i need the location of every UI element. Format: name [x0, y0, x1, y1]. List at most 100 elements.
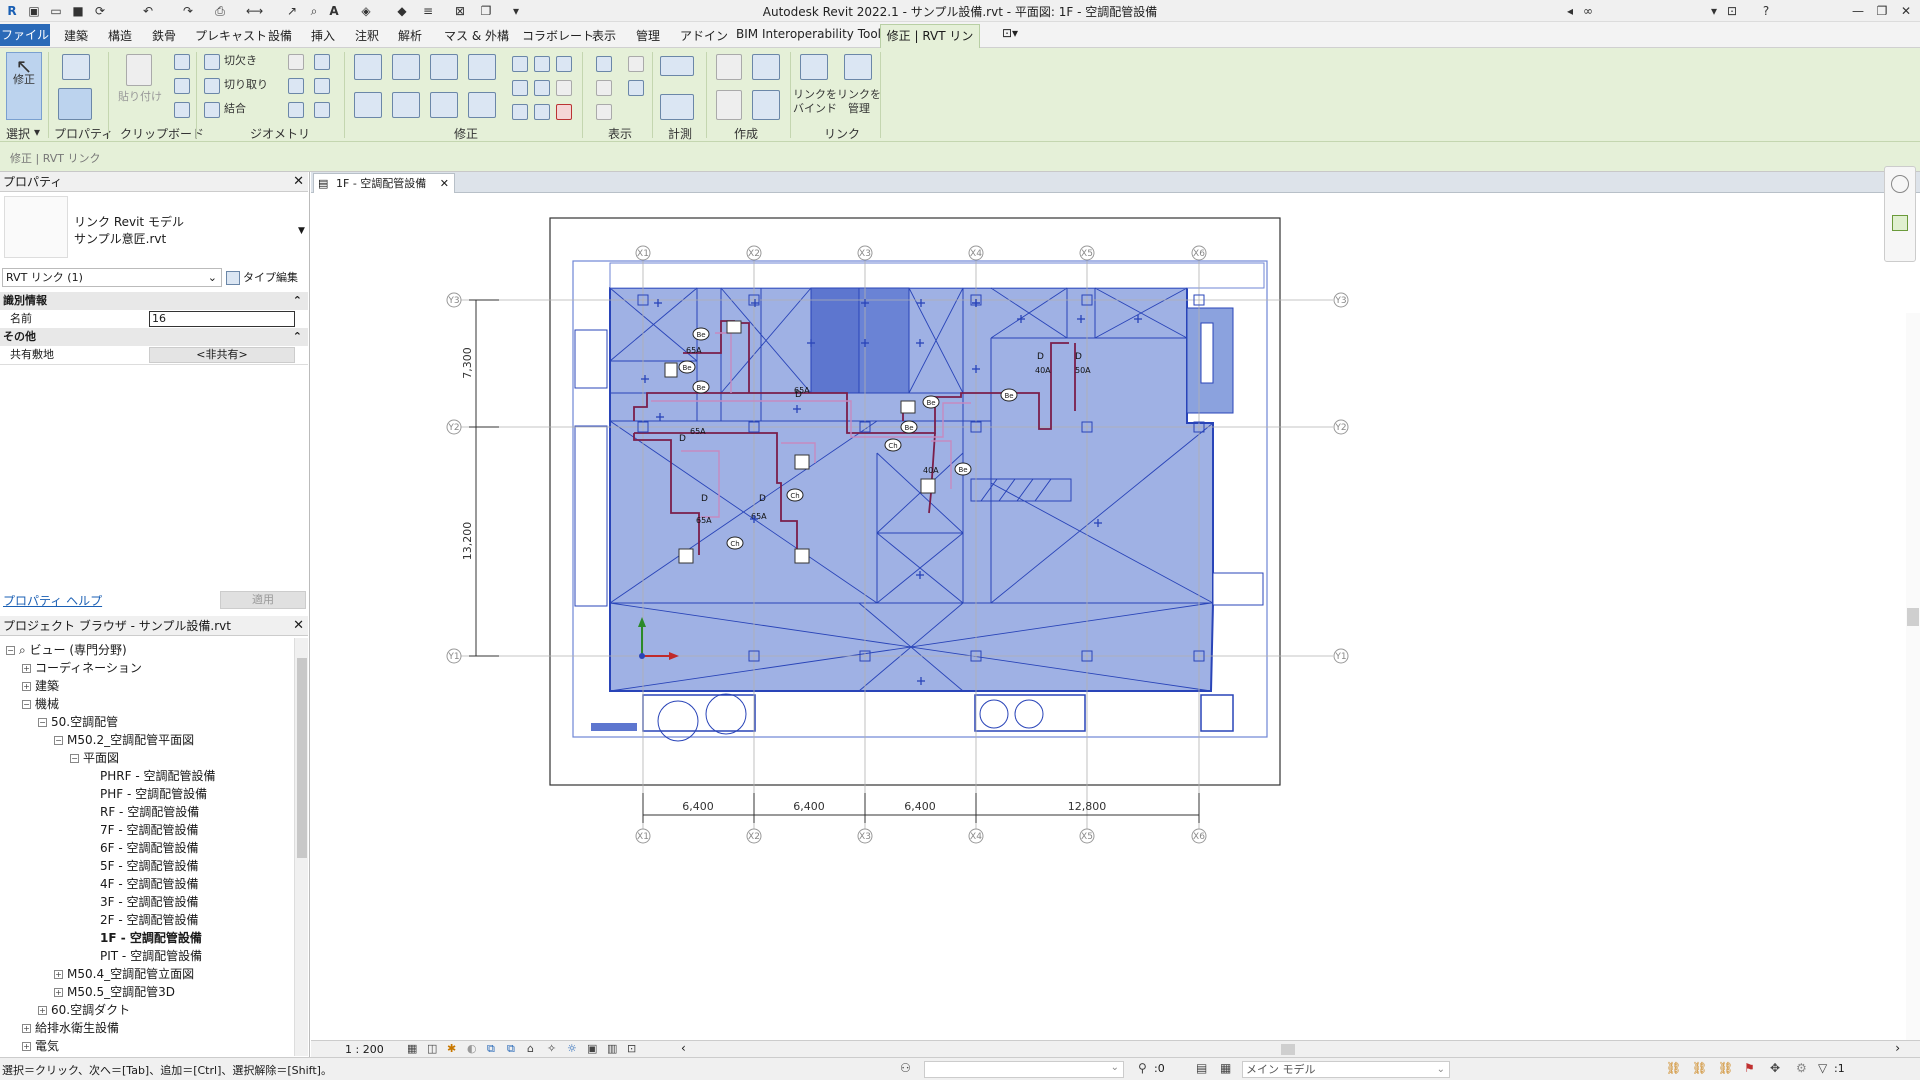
split-icon[interactable]	[204, 78, 220, 94]
browser-item[interactable]: + コーディネーション	[22, 659, 142, 677]
panel-select[interactable]: 選択	[6, 125, 30, 142]
constraints-icon[interactable]: ⊡	[627, 1042, 636, 1055]
properties-help-link[interactable]: プロパティ ヘルプ	[3, 592, 102, 609]
split-gap-icon[interactable]	[534, 56, 550, 72]
binoculars-icon[interactable]: ∞	[1580, 3, 1596, 19]
editable-only-icon[interactable]: ⚲	[1138, 1061, 1147, 1075]
select-underlay-icon[interactable]: ⛓	[1692, 1061, 1707, 1075]
reveal-hidden-icon[interactable]: ☼	[567, 1042, 577, 1055]
select-by-face-icon[interactable]: ⚑	[1744, 1061, 1755, 1075]
tab-architecture[interactable]: 建築	[64, 27, 88, 44]
split-element-icon[interactable]	[512, 56, 528, 72]
pin-icon[interactable]	[556, 80, 572, 96]
offset-icon[interactable]	[392, 54, 420, 80]
browser-item[interactable]: +60.空調ダクト	[38, 1001, 130, 1019]
create-parts-icon[interactable]	[752, 54, 780, 80]
browser-item[interactable]: −50.空調配管	[38, 713, 118, 731]
browser-item[interactable]: − ⌕ ビュー (専門分野)	[6, 641, 127, 659]
cart-icon[interactable]: ⊡	[1724, 3, 1740, 19]
sun-path-icon[interactable]: ✱	[447, 1042, 456, 1055]
tab-analyze[interactable]: 解析	[398, 27, 422, 44]
paste-icon[interactable]	[126, 54, 152, 86]
tab-bim-interop[interactable]: BIM Interoperability Tools	[736, 27, 887, 41]
stair-core[interactable]	[810, 287, 860, 394]
tab-massing[interactable]: マス & 外構	[444, 27, 509, 44]
browser-item[interactable]: PIT - 空調配管設備	[86, 947, 202, 965]
steering-wheel-icon[interactable]	[1891, 175, 1909, 193]
bind-link-icon[interactable]	[800, 54, 828, 80]
show-crop-icon[interactable]: ⧉	[507, 1042, 515, 1056]
paste-label[interactable]: 貼り付け	[116, 90, 164, 104]
browser-item[interactable]: − 機械	[22, 695, 59, 713]
properties-icon[interactable]	[58, 88, 92, 120]
wall-joins-icon[interactable]	[288, 54, 304, 70]
browser-item[interactable]: 6F - 空調配管設備	[86, 839, 199, 857]
close-icon[interactable]: ✕	[1898, 3, 1914, 19]
manage-links-button[interactable]: リンクを 管理	[836, 88, 882, 116]
close-browser-icon[interactable]: ✕	[293, 616, 304, 636]
browser-item[interactable]: 1F - 空調配管設備	[86, 929, 202, 947]
demolish-icon[interactable]	[314, 54, 330, 70]
expand-icon[interactable]: +	[38, 1006, 47, 1015]
mirror-draw-icon[interactable]	[468, 54, 496, 80]
tab-insert[interactable]: 挿入	[311, 27, 335, 44]
restore-icon[interactable]: ❐	[1874, 3, 1890, 19]
browser-item[interactable]: + 給排水衛生設備	[22, 1019, 119, 1037]
background-process-icon[interactable]: ⚙	[1796, 1061, 1807, 1075]
linework-view-icon[interactable]	[596, 80, 612, 96]
analytical-icon[interactable]: ▥	[607, 1042, 617, 1055]
close-properties-icon[interactable]: ✕	[293, 172, 304, 192]
hide-in-view-icon[interactable]	[596, 56, 612, 72]
browser-item[interactable]: RF - 空調配管設備	[86, 803, 199, 821]
expand-icon[interactable]: +	[22, 682, 31, 691]
browser-item[interactable]: 2F - 空調配管設備	[86, 911, 199, 929]
paint-icon[interactable]	[288, 78, 304, 94]
linework-icon[interactable]	[288, 102, 304, 118]
type-dropdown-icon[interactable]: ▼	[298, 226, 305, 236]
paint-view-icon[interactable]	[596, 104, 612, 120]
tab-addins[interactable]: アドイン	[680, 27, 728, 44]
tab-collaborate[interactable]: コラボレート	[522, 27, 594, 44]
hscroll-thumb[interactable]	[1281, 1044, 1295, 1055]
measure-between-icon[interactable]	[660, 56, 694, 76]
scrollbar-thumb[interactable]	[297, 658, 307, 858]
tab-annotate[interactable]: 注釈	[355, 27, 379, 44]
cope-icon[interactable]	[204, 54, 220, 70]
exclude-options-icon[interactable]: ▦	[1220, 1061, 1231, 1075]
array-icon[interactable]	[512, 80, 528, 96]
expand-icon[interactable]: +	[54, 988, 63, 997]
floor-plan[interactable]: X1 X1 X2 X2 X3 X3 X4 X4 X5 X5 X6 X6 Y3 Y3 Y2 Y2 Y1 Y1	[311, 193, 1920, 1040]
tab-structure[interactable]: 構造	[108, 27, 132, 44]
select-pinned-icon[interactable]: ⛓	[1718, 1061, 1733, 1075]
expand-icon[interactable]: +	[22, 1024, 31, 1033]
browser-item[interactable]: + 建築	[22, 677, 59, 695]
drawing-canvas[interactable]: X1 X1 X2 X2 X3 X3 X4 X4 X5 X5 X6 X6 Y3 Y3 Y2 Y2 Y1 Y1	[311, 166, 1920, 1040]
close-tab-icon[interactable]: ✕	[440, 174, 449, 193]
delete-icon[interactable]	[556, 104, 572, 120]
collapse-icon[interactable]: −	[38, 718, 47, 727]
split-face-icon[interactable]	[314, 78, 330, 94]
browser-scrollbar[interactable]	[294, 638, 308, 1056]
shared-site-button[interactable]: <非共有>	[149, 347, 295, 363]
elevator-core[interactable]	[858, 287, 910, 394]
modify-button[interactable]: ↖ 修正	[6, 52, 42, 120]
tab-modify-rvt-link[interactable]: 修正 | RVT リンク	[880, 24, 980, 65]
scroll-left-icon[interactable]: ‹	[681, 1041, 686, 1055]
detail-level-icon[interactable]: ▦	[407, 1042, 417, 1055]
move-icon[interactable]	[354, 92, 382, 118]
vscroll-thumb[interactable]	[1907, 608, 1919, 626]
scroll-right-icon[interactable]: ›	[1895, 1041, 1900, 1055]
select-links-icon[interactable]: ⛓	[1666, 1061, 1681, 1075]
workset-select[interactable]: ⌄	[924, 1061, 1124, 1078]
crop-view-icon[interactable]: ⧉	[487, 1042, 495, 1056]
browser-item[interactable]: − 平面図	[70, 749, 119, 767]
trim-icon[interactable]	[468, 92, 496, 118]
expand-icon[interactable]: +	[22, 1042, 31, 1051]
create-group-icon[interactable]	[716, 90, 742, 120]
apply-button[interactable]: 適用	[220, 591, 306, 609]
collapse-icon[interactable]: −	[54, 736, 63, 745]
collapse-icon[interactable]: −	[70, 754, 79, 763]
expand-icon[interactable]: +	[54, 970, 63, 979]
browser-item[interactable]: + 電気	[22, 1037, 59, 1055]
zoom-region-icon[interactable]	[1892, 215, 1908, 231]
